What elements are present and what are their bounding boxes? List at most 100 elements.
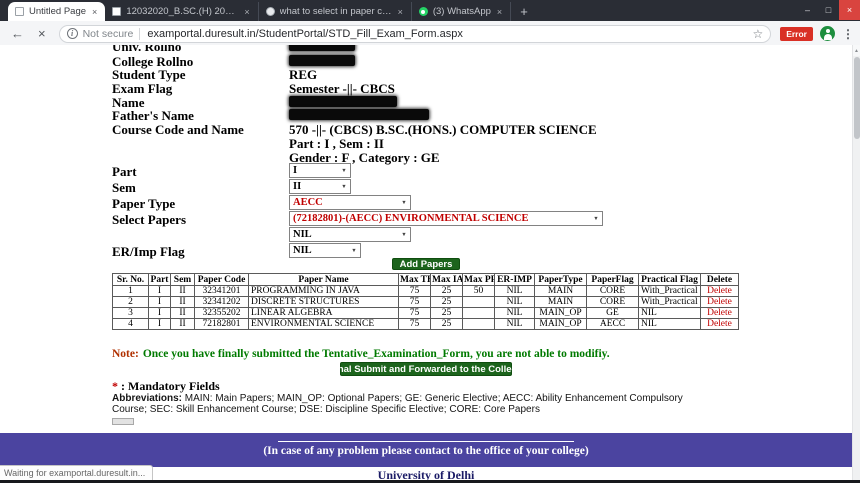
chevron-down-icon: ▼: [341, 183, 347, 190]
part-select[interactable]: I ▼: [289, 163, 351, 178]
minimize-button[interactable]: –: [797, 0, 818, 20]
profile-avatar[interactable]: [820, 26, 835, 41]
chevron-down-icon: ▼: [401, 231, 407, 238]
status-bar: Waiting for examportal.duresult.in...: [0, 465, 154, 480]
sem-field-label: Sem: [112, 180, 136, 195]
note-text: Once you have finally submitted the Tent…: [142, 348, 610, 360]
table-cell: NIL: [494, 307, 535, 319]
back-icon[interactable]: ←: [4, 26, 31, 41]
tab-close-icon[interactable]: ×: [397, 7, 404, 17]
column-header: Delete: [700, 273, 739, 286]
whatsapp-icon: [418, 7, 428, 16]
omnibox-divider: [139, 27, 141, 40]
delete-link[interactable]: Delete: [700, 318, 739, 330]
bookmark-star-icon[interactable]: ☆: [752, 27, 763, 41]
column-header: ER-IMP: [494, 273, 535, 286]
table-cell: II: [170, 307, 195, 319]
sem-select[interactable]: II ▼: [289, 179, 351, 194]
browser-tab-search[interactable]: what to select in paper code oc... ×: [259, 2, 412, 21]
tab-strip: Untitled Page×12032020_B.SC.(H) 2020-SEM…: [0, 0, 860, 21]
tiny-placeholder-box: [112, 418, 134, 425]
table-cell: 75: [398, 285, 431, 297]
table-row: 4 I II 72182801 ENVIRONMENTAL SCIENCE 75 25 NI…: [112, 318, 739, 330]
table-cell: 72182801: [194, 318, 249, 330]
scroll-up-icon[interactable]: ▲: [853, 45, 860, 56]
exam-form-page: Univ. Rollno College Rollno Student Type…: [0, 45, 852, 483]
papers-table: Sr. No.PartSemPaper CodePaper NameMax TH…: [112, 273, 739, 330]
address-bar[interactable]: i Not secure examportal.duresult.in/Stud…: [58, 24, 772, 43]
table-cell: 25: [430, 296, 463, 308]
table-cell: 25: [430, 285, 463, 297]
column-header: Max PR: [462, 273, 495, 286]
maximize-button[interactable]: □: [818, 0, 839, 20]
column-header: Max IA: [430, 273, 463, 286]
browser-tab-page[interactable]: Untitled Page ×: [8, 2, 106, 21]
table-cell: I: [148, 296, 171, 308]
tab-close-icon[interactable]: ×: [496, 7, 503, 17]
browser-menu-icon[interactable]: ⋮: [842, 27, 854, 41]
table-cell: 25: [430, 318, 463, 330]
table-cell: MAIN: [534, 296, 587, 308]
table-cell: 75: [398, 307, 431, 319]
tab-label: Untitled Page: [29, 6, 87, 17]
browser-tab-whatsapp[interactable]: (3) WhatsApp ×: [412, 2, 512, 21]
univ-rollno-redacted-value: [289, 45, 355, 51]
add-papers-button[interactable]: Add Papers: [392, 258, 460, 270]
table-cell: NIL: [638, 318, 701, 330]
paper-type-field-label: Paper Type: [112, 196, 176, 211]
tab-label: 12032020_B.SC.(H) 2020-SEM-...: [126, 6, 238, 17]
delete-link[interactable]: Delete: [700, 285, 739, 297]
tab-close-icon[interactable]: ×: [91, 7, 98, 17]
info-icon[interactable]: i: [66, 28, 78, 39]
footer-contact-line: (In case of any problem please contact t…: [263, 445, 589, 457]
er-imp-select[interactable]: NIL ▼: [289, 243, 361, 258]
delete-link[interactable]: Delete: [700, 307, 739, 319]
new-tab-button[interactable]: +: [511, 2, 537, 21]
url-text[interactable]: examportal.duresult.in/StudentPortal/STD…: [147, 28, 746, 40]
table-cell: 50: [462, 285, 495, 297]
security-label: Not secure: [82, 27, 134, 40]
paper-type-select[interactable]: AECC ▼: [289, 195, 411, 210]
close-button[interactable]: ×: [839, 0, 860, 20]
error-extension-badge[interactable]: Error: [780, 26, 813, 41]
browser-tab-doc[interactable]: 12032020_B.SC.(H) 2020-SEM-... ×: [105, 2, 259, 21]
secondary-papers-select[interactable]: NIL ▼: [289, 227, 411, 242]
table-row: 2 I II 32341202 DISCRETE STRUCTURES 75 25 NIL M…: [112, 296, 739, 308]
table-cell: 32341201: [194, 285, 249, 297]
vertical-scrollbar[interactable]: ▲: [852, 45, 860, 483]
column-header: Paper Name: [248, 273, 399, 286]
select-papers-select[interactable]: (72182801)-(AECC) ENVIRONMENTAL SCIENCE ▼: [289, 211, 603, 226]
mandatory-text: : Mandatory Fields: [121, 379, 220, 393]
table-cell: 3: [112, 307, 149, 319]
doc-icon: [112, 7, 122, 16]
table-cell: With_Practical: [638, 296, 701, 308]
abbreviations-line: Abbreviations: MAIN: Main Papers; MAIN_O…: [112, 393, 708, 415]
table-cell: I: [148, 307, 171, 319]
note-line: Note: Once you have finally submitted the…: [112, 348, 610, 360]
table-cell: NIL: [494, 285, 535, 297]
paper-type-select-value: AECC: [293, 197, 323, 208]
name-redacted-value: [289, 96, 397, 107]
table-cell: 1: [112, 285, 149, 297]
tab-strip-tabs: Untitled Page×12032020_B.SC.(H) 2020-SEM…: [8, 0, 512, 21]
papers-table-header-row: Sr. No.PartSemPaper CodePaper NameMax TH…: [112, 273, 739, 286]
college-rollno-redacted-value: [289, 55, 355, 66]
tab-close-icon[interactable]: ×: [243, 7, 250, 17]
table-cell: PROGRAMMING IN JAVA: [248, 285, 399, 297]
tab-label: what to select in paper code oc...: [279, 6, 392, 17]
table-cell: AECC: [586, 318, 639, 330]
table-row: 3 I II 32355202 LINEAR ALGEBRA 75 25 NIL MAIN_O…: [112, 307, 739, 319]
part-select-value: I: [293, 165, 298, 176]
table-cell: 32355202: [194, 307, 249, 319]
stop-icon[interactable]: ×: [31, 26, 53, 41]
scrollbar-thumb[interactable]: [854, 57, 860, 139]
window-controls: – □ ×: [797, 0, 860, 20]
table-cell: II: [170, 285, 195, 297]
chevron-down-icon: ▼: [341, 167, 347, 174]
final-submit-button[interactable]: Final Submit and Forwarded to the Colleg…: [329, 362, 523, 376]
delete-link[interactable]: Delete: [700, 296, 739, 308]
column-header: Part: [148, 273, 171, 286]
table-cell: II: [170, 296, 195, 308]
footer-band: (In case of any problem please contact t…: [0, 433, 852, 467]
part-field-label: Part: [112, 164, 137, 179]
